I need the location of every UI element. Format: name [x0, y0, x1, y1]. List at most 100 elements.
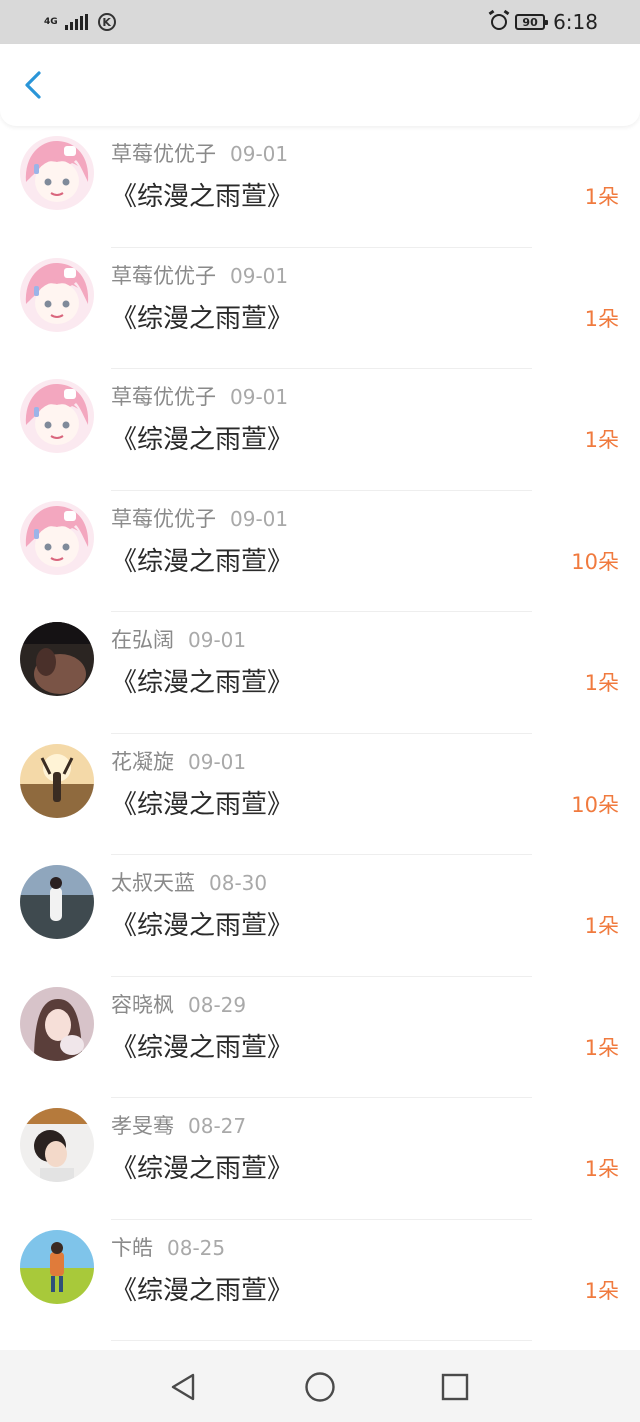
user-name[interactable]: 在弘阔 — [111, 628, 174, 652]
item-meta: 卞皓 08-25 — [111, 1232, 225, 1262]
avatar[interactable] — [20, 500, 94, 575]
user-name[interactable]: 孝旻骞 — [111, 1114, 174, 1138]
book-title[interactable]: 《综漫之雨萱》 — [111, 1148, 293, 1185]
avatar[interactable] — [20, 257, 94, 332]
book-title[interactable]: 《综漫之雨萱》 — [111, 905, 293, 942]
list-item[interactable]: 容晓枫 08-29 《综漫之雨萱》 1朵 — [0, 977, 640, 1098]
flower-count: 1朵 — [584, 428, 619, 452]
list-item[interactable]: 草莓优优子 09-01 《综漫之雨萱》 1朵 — [0, 248, 640, 369]
photo-avatar-image — [20, 622, 94, 696]
list-item[interactable]: 太叔天蓝 08-30 《综漫之雨萱》 1朵 — [0, 855, 640, 977]
network-type-text: 4G — [44, 16, 58, 27]
system-nav-bar — [0, 1350, 640, 1422]
photo-avatar-image — [20, 743, 94, 818]
photo-avatar-image — [20, 865, 94, 939]
item-meta: 草莓优优子 09-01 — [111, 381, 288, 411]
list-item[interactable]: 草莓优优子 09-01 《综漫之雨萱》 1朵 — [0, 126, 640, 248]
item-meta: 草莓优优子 09-01 — [111, 503, 288, 533]
status-right: 90 6:18 — [491, 9, 598, 35]
flower-count: 10朵 — [571, 549, 619, 574]
flower-count: 1朵 — [584, 185, 619, 209]
item-meta: 太叔天蓝 08-30 — [111, 867, 267, 897]
user-name[interactable]: 容晓枫 — [111, 993, 174, 1017]
book-title[interactable]: 《综漫之雨萱》 — [111, 541, 293, 578]
book-title[interactable]: 《综漫之雨萱》 — [111, 419, 293, 456]
status-time: 6:18 — [553, 10, 598, 34]
item-date: 09-01 — [230, 506, 289, 531]
list-item[interactable]: 草莓优优子 09-01 《综漫之雨萱》 10朵 — [0, 491, 640, 612]
book-title[interactable]: 《综漫之雨萱》 — [111, 1027, 293, 1064]
item-date: 08-29 — [188, 992, 247, 1017]
user-name[interactable]: 草莓优优子 — [111, 507, 216, 531]
k-icon-letter: K — [102, 15, 111, 29]
user-name[interactable]: 草莓优优子 — [111, 385, 216, 409]
book-title[interactable]: 《综漫之雨萱》 — [111, 298, 293, 335]
item-date: 09-01 — [230, 263, 289, 288]
nav-home-button[interactable] — [303, 1370, 337, 1404]
anime-avatar-image — [20, 500, 94, 575]
user-name[interactable]: 草莓优优子 — [111, 264, 216, 288]
item-meta: 容晓枫 08-29 — [111, 989, 246, 1019]
user-name[interactable]: 草莓优优子 — [111, 142, 216, 166]
list-item[interactable]: 卞皓 08-25 《综漫之雨萱》 1朵 — [0, 1220, 640, 1341]
item-date: 09-01 — [188, 628, 247, 652]
book-title[interactable]: 《综漫之雨萱》 — [111, 176, 293, 213]
flower-count: 1朵 — [584, 914, 619, 938]
item-meta: 在弘阔 09-01 — [111, 624, 246, 654]
list-item[interactable]: 在弘阔 09-01 《综漫之雨萱》 1朵 — [0, 612, 640, 734]
item-meta: 孝旻骞 08-27 — [111, 1110, 246, 1140]
book-title[interactable]: 《综漫之雨萱》 — [111, 1270, 293, 1307]
item-meta: 草莓优优子 09-01 — [111, 138, 288, 168]
item-date: 08-30 — [209, 871, 268, 895]
flower-count: 10朵 — [571, 792, 619, 817]
book-title[interactable]: 《综漫之雨萱》 — [111, 662, 293, 699]
item-meta: 花凝旋 09-01 — [111, 746, 246, 776]
avatar[interactable] — [20, 379, 94, 453]
k-icon: K — [97, 13, 116, 31]
battery-level: 90 — [522, 15, 538, 29]
user-name[interactable]: 太叔天蓝 — [111, 871, 195, 895]
recents-square-icon — [441, 1373, 469, 1401]
flower-count: 1朵 — [584, 1035, 619, 1060]
item-date: 08-27 — [188, 1114, 247, 1138]
avatar[interactable] — [20, 136, 94, 210]
avatar[interactable] — [20, 622, 94, 696]
anime-avatar-image — [20, 257, 94, 332]
photo-avatar-image — [20, 1229, 94, 1304]
photo-avatar-image — [20, 1108, 94, 1182]
avatar[interactable] — [20, 986, 94, 1061]
chevron-left-icon — [25, 71, 41, 99]
back-button[interactable] — [18, 68, 52, 102]
user-name[interactable]: 卞皓 — [111, 1236, 153, 1260]
nav-recents-button[interactable] — [438, 1370, 472, 1404]
list-item[interactable]: 花凝旋 09-01 《综漫之雨萱》 10朵 — [0, 734, 640, 855]
anime-avatar-image — [20, 379, 94, 453]
nav-back-button[interactable] — [166, 1370, 200, 1404]
home-circle-icon — [305, 1372, 335, 1402]
avatar[interactable] — [20, 1108, 94, 1182]
book-title[interactable]: 《综漫之雨萱》 — [111, 784, 293, 821]
divider — [111, 1340, 532, 1341]
back-triangle-icon — [171, 1373, 195, 1401]
avatar[interactable] — [20, 865, 94, 939]
user-name[interactable]: 花凝旋 — [111, 750, 174, 774]
item-date: 09-01 — [230, 385, 289, 409]
header — [0, 44, 640, 126]
flower-count: 1朵 — [584, 671, 619, 695]
item-date: 09-01 — [230, 142, 289, 166]
alarm-icon — [491, 14, 508, 30]
photo-avatar-image — [20, 986, 94, 1061]
signal-icon — [64, 14, 88, 30]
flower-count: 1朵 — [584, 1278, 619, 1303]
item-date: 09-01 — [188, 749, 247, 774]
status-left: 4G K — [44, 10, 116, 34]
list-item[interactable]: 孝旻骞 08-27 《综漫之雨萱》 1朵 — [0, 1098, 640, 1220]
battery-icon: 90 — [515, 14, 549, 30]
list-item[interactable]: 草莓优优子 09-01 《综漫之雨萱》 1朵 — [0, 369, 640, 491]
flower-count: 1朵 — [584, 1157, 619, 1181]
status-bar: 4G K 90 6:18 — [0, 0, 640, 44]
item-date: 08-25 — [167, 1235, 226, 1260]
network-type-label: 4G — [44, 16, 58, 27]
avatar[interactable] — [20, 743, 94, 818]
avatar[interactable] — [20, 1229, 94, 1304]
